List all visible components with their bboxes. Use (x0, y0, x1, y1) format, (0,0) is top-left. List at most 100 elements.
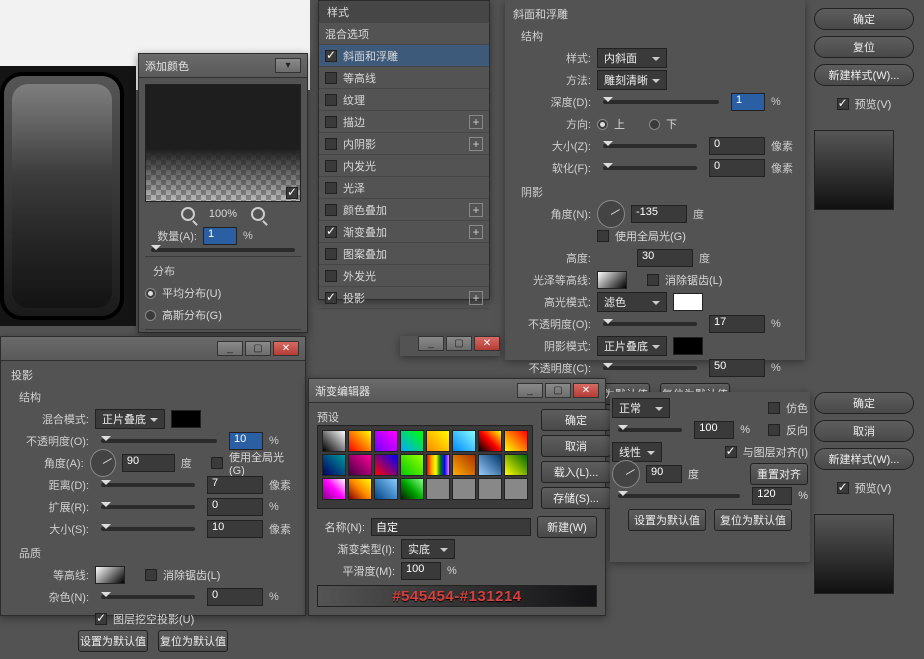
scale-input[interactable]: 120 (752, 487, 792, 505)
opac1-slider[interactable] (603, 322, 697, 326)
chk-bevel[interactable] (325, 50, 337, 62)
dropdown-icon[interactable]: ▾ (275, 58, 301, 73)
amount-input[interactable]: 1 (203, 227, 237, 245)
slider[interactable] (618, 494, 740, 498)
fx-row-bevel[interactable]: 斜面和浮雕 (319, 45, 489, 67)
fx-row-contour[interactable]: 等高线 (319, 67, 489, 89)
btn-cancel[interactable]: 取消 (814, 420, 914, 442)
fx-row-satin[interactable]: 光泽 (319, 177, 489, 199)
contour[interactable] (95, 566, 125, 584)
hilite-color[interactable] (673, 293, 703, 311)
chk[interactable] (325, 182, 337, 194)
gradient-bar[interactable]: #545454-#131214 (317, 585, 597, 607)
fx-row-texture[interactable]: 纹理 (319, 89, 489, 111)
opac-input[interactable]: 10 (229, 432, 263, 450)
chk[interactable] (325, 204, 337, 216)
chk[interactable] (325, 248, 337, 260)
ge-ok[interactable]: 确定 (541, 409, 611, 431)
chk[interactable] (325, 160, 337, 172)
ge-load[interactable]: 载入(L)... (541, 461, 611, 483)
btn-reset[interactable]: 复位 (814, 36, 914, 58)
chk-preview[interactable] (837, 482, 849, 494)
plus-icon[interactable]: + (469, 225, 483, 239)
slider[interactable] (101, 595, 195, 599)
chk[interactable] (325, 116, 337, 128)
btn-newstyle[interactable]: 新建样式(W)... (814, 448, 914, 470)
size-slider[interactable] (603, 144, 697, 148)
name-input[interactable] (371, 518, 531, 536)
fx-row-gradoverlay[interactable]: 渐变叠加+ (319, 221, 489, 243)
btn-newstyle[interactable]: 新建样式(W)... (814, 64, 914, 86)
slider[interactable] (618, 428, 682, 432)
toggle-preview[interactable] (286, 187, 298, 199)
ge-cancel[interactable]: 取消 (541, 435, 611, 457)
fx-row-dropshadow[interactable]: 投影+ (319, 287, 489, 309)
depth-slider[interactable] (603, 100, 719, 104)
size-input[interactable]: 0 (709, 137, 765, 155)
chk-reverse[interactable] (768, 424, 780, 436)
soft-input[interactable]: 0 (709, 159, 765, 177)
max-icon[interactable]: ▢ (446, 336, 472, 351)
close-icon[interactable]: ✕ (474, 336, 500, 351)
min-icon[interactable]: _ (517, 383, 543, 398)
fx-row-patternoverlay[interactable]: 图案叠加 (319, 243, 489, 265)
dist-input[interactable]: 7 (207, 476, 263, 494)
btn-ok[interactable]: 确定 (814, 392, 914, 414)
opac1-input[interactable]: 17 (709, 315, 765, 333)
chk-dither[interactable] (768, 402, 780, 414)
bevel-style-select[interactable]: 内斜面 (597, 48, 667, 68)
hilite-select[interactable]: 滤色 (597, 292, 667, 312)
chk-align[interactable] (725, 446, 737, 458)
min-icon[interactable]: _ (418, 336, 444, 351)
plus-icon[interactable]: + (469, 115, 483, 129)
chk[interactable] (325, 292, 337, 304)
shadowmode-select[interactable]: 正片叠底 (597, 336, 667, 356)
depth-input[interactable]: 1 (731, 93, 765, 111)
plus-icon[interactable]: + (469, 137, 483, 151)
plus-icon[interactable]: + (469, 203, 483, 217)
fx-row-stroke[interactable]: 描边+ (319, 111, 489, 133)
row-blend-options[interactable]: 混合选项 (319, 23, 489, 45)
size-input[interactable]: 10 (207, 520, 263, 538)
spread-input[interactable]: 0 (207, 498, 263, 516)
chk[interactable] (325, 72, 337, 84)
close-icon[interactable]: ✕ (573, 383, 599, 398)
opac2-input[interactable]: 50 (709, 359, 765, 377)
titlebar[interactable]: 添加颜色 ▾ (139, 54, 307, 78)
type-select[interactable]: 实底 (401, 539, 455, 559)
angle-input[interactable]: -135 (631, 205, 687, 223)
ge-save[interactable]: 存储(S)... (541, 487, 611, 509)
angle-dial[interactable] (612, 460, 640, 488)
fx-row-innerglow[interactable]: 内发光 (319, 155, 489, 177)
chk-knock[interactable] (95, 613, 107, 625)
alt-input[interactable]: 30 (637, 249, 693, 267)
opac-input[interactable]: 100 (694, 421, 734, 439)
chk[interactable] (325, 270, 337, 282)
bevel-tech-select[interactable]: 雕刻清晰 (597, 70, 667, 90)
slider[interactable] (101, 483, 195, 487)
slider[interactable] (101, 527, 195, 531)
btn-ok[interactable]: 确定 (814, 8, 914, 30)
fx-row-outerglow[interactable]: 外发光 (319, 265, 489, 287)
plus-icon[interactable]: + (469, 291, 483, 305)
fx-row-innershadow[interactable]: 内阴影+ (319, 133, 489, 155)
chk-global[interactable] (211, 457, 223, 469)
chk[interactable] (325, 226, 337, 238)
gradient-presets[interactable] (317, 425, 533, 509)
opac2-slider[interactable] (603, 366, 697, 370)
close-icon[interactable]: ✕ (273, 341, 299, 356)
blend-select[interactable]: 正片叠底 (95, 409, 165, 429)
btn-reset-default[interactable]: 复位为默认值 (158, 630, 228, 652)
max-icon[interactable]: ▢ (545, 383, 571, 398)
radio-up[interactable] (597, 119, 608, 130)
angle-input[interactable]: 90 (122, 454, 175, 472)
max-icon[interactable]: ▢ (245, 341, 271, 356)
chk[interactable] (325, 138, 337, 150)
radio-gauss[interactable] (145, 310, 156, 321)
btn-make-default[interactable]: 设置为默认值 (628, 509, 706, 531)
go-blend[interactable]: 正常 (612, 398, 670, 418)
soft-slider[interactable] (603, 166, 697, 170)
chk-global[interactable] (597, 230, 609, 242)
chk-preview[interactable] (837, 98, 849, 110)
zoom-in-icon[interactable] (251, 207, 265, 221)
